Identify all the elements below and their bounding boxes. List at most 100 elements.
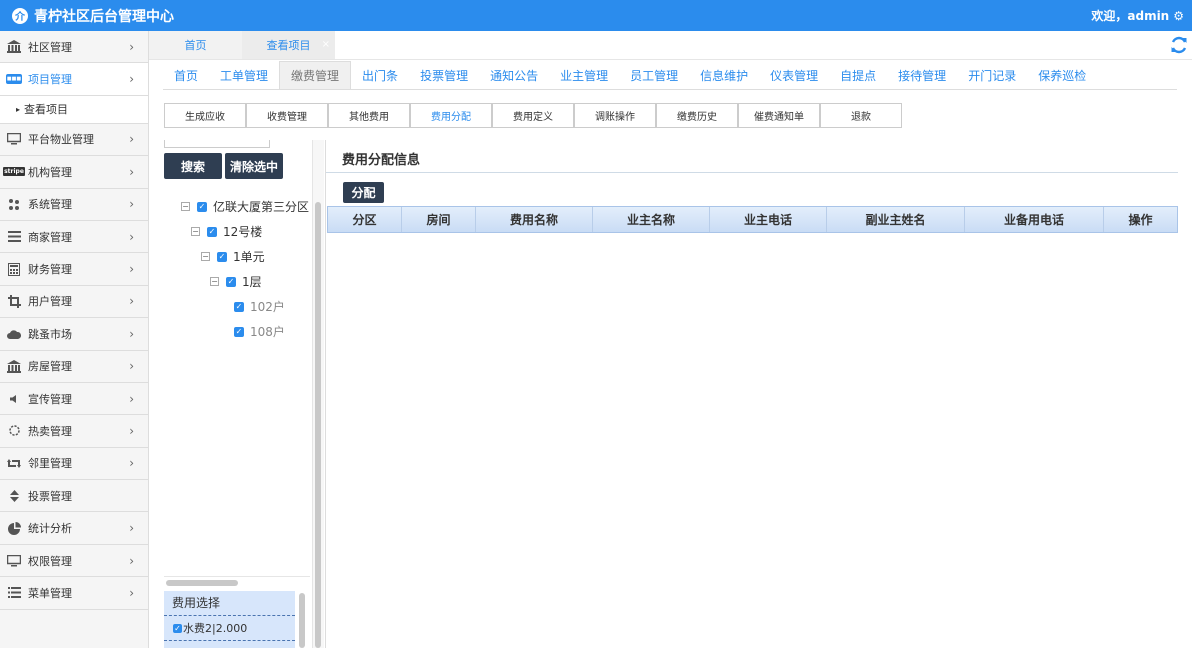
chevron-right-icon: › — [129, 164, 134, 179]
module-tab-payment[interactable]: 缴费管理 — [279, 61, 352, 89]
collapse-icon[interactable]: − — [201, 252, 210, 261]
sidebar-item-user[interactable]: 用户管理 › — [0, 285, 148, 319]
sidebar-item-project[interactable]: ■■■ 项目管理 › — [0, 63, 148, 96]
column-header[interactable]: 分区 — [328, 207, 402, 232]
fee-allocation-button[interactable]: 费用分配 — [410, 103, 492, 128]
sidebar-item-finance[interactable]: 财务管理 › — [0, 253, 148, 286]
yelp-icon — [6, 197, 22, 211]
module-tab-workorder[interactable]: 工单管理 — [209, 61, 279, 89]
column-header[interactable]: 业主电话 — [710, 207, 827, 232]
scrollbar-thumb[interactable] — [315, 202, 321, 648]
refresh-icon[interactable] — [1170, 36, 1188, 59]
adjust-account-button[interactable]: 调账操作 — [574, 103, 656, 128]
list-icon — [6, 586, 22, 600]
close-icon[interactable]: × — [322, 39, 330, 50]
sidebar-item-statistics[interactable]: 统计分析 › — [0, 512, 148, 545]
sidebar-subitem-view-project[interactable]: ▸ 查看项目 — [0, 95, 148, 124]
page-tab-home[interactable]: 首页 — [149, 31, 242, 59]
tree-node-district[interactable]: − ✓ 亿联大厦第三分区 — [181, 198, 309, 215]
bars-icon — [6, 230, 22, 244]
tree-node-unit[interactable]: − ✓ 1单元 — [201, 248, 265, 265]
tree-node-building[interactable]: − ✓ 12号楼 — [191, 223, 262, 240]
fee-select-item[interactable]: ✓ 水费2|2.000 — [164, 616, 295, 641]
fee-definition-button[interactable]: 费用定义 — [492, 103, 574, 128]
dunning-notice-button[interactable]: 催费通知单 — [738, 103, 820, 128]
top-bar: 介 青柠社区后台管理中心 欢迎，admin ⚙ — [0, 0, 1192, 31]
sidebar-item-merchant[interactable]: 商家管理 › — [0, 220, 148, 254]
assign-button[interactable]: 分配 — [343, 182, 384, 203]
charge-manage-button[interactable]: 收费管理 — [246, 103, 328, 128]
sidebar-item-permission[interactable]: 权限管理 › — [0, 544, 148, 578]
scrollbar-thumb[interactable] — [166, 580, 238, 586]
refund-button[interactable]: 退款 — [820, 103, 902, 128]
page-tab-view-project[interactable]: 查看项目 × — [242, 31, 335, 59]
fee-select-title: 费用选择 — [164, 591, 295, 616]
checkbox-checked-icon[interactable]: ✓ — [207, 226, 217, 237]
sidebar-item-hot-sale[interactable]: 热卖管理 › — [0, 415, 148, 448]
module-tab-vote[interactable]: 投票管理 — [409, 61, 479, 89]
module-tab-pickup[interactable]: 自提点 — [829, 61, 887, 89]
chevron-right-icon: › — [129, 262, 134, 277]
sidebar-item-label: 查看项目 — [24, 103, 69, 117]
tree-vertical-scrollbar[interactable] — [312, 140, 324, 648]
chevron-right-icon: › — [129, 585, 134, 600]
module-tab-exit-pass[interactable]: 出门条 — [351, 61, 409, 89]
module-tab-staff[interactable]: 员工管理 — [619, 61, 689, 89]
sidebar-item-promotion[interactable]: 宣传管理 › — [0, 382, 148, 416]
column-header[interactable]: 操作 — [1104, 207, 1177, 232]
sidebar-item-neighbor[interactable]: 邻里管理 › — [0, 447, 148, 481]
chevron-right-icon: › — [129, 326, 134, 341]
module-tab-reception[interactable]: 接待管理 — [887, 61, 957, 89]
module-tab-maintenance[interactable]: 保养巡检 — [1027, 61, 1097, 89]
column-header[interactable]: 房间 — [402, 207, 476, 232]
chevron-right-icon: › — [129, 229, 134, 244]
payment-history-button[interactable]: 缴费历史 — [656, 103, 738, 128]
panel-divider — [326, 172, 1178, 173]
sidebar-item-platform-property[interactable]: 平台物业管理 › — [0, 123, 148, 157]
collapse-icon[interactable]: − — [191, 227, 200, 236]
generate-receivable-button[interactable]: 生成应收 — [164, 103, 246, 128]
sidebar-item-flea-market[interactable]: 跳蚤市场 › — [0, 318, 148, 351]
column-header[interactable]: 业主名称 — [593, 207, 710, 232]
tree-node-room[interactable]: ✓ 102户 — [234, 298, 285, 315]
sidebar-item-community[interactable]: 社区管理 › — [0, 31, 148, 64]
other-fee-button[interactable]: 其他费用 — [328, 103, 410, 128]
clear-selection-button[interactable]: 清除选中 — [225, 153, 283, 179]
checkbox-checked-icon[interactable]: ✓ — [234, 301, 244, 312]
module-tab-home[interactable]: 首页 — [163, 61, 209, 89]
sidebar-item-organization[interactable]: stripe 机构管理 › — [0, 156, 148, 189]
module-nav: 首页 工单管理 缴费管理 出门条 投票管理 通知公告 业主管理 员工管理 信息维… — [163, 61, 1177, 90]
column-header[interactable]: 业备用电话 — [965, 207, 1104, 232]
gear-icon[interactable]: ⚙ — [1173, 9, 1184, 23]
module-tab-door-log[interactable]: 开门记录 — [957, 61, 1027, 89]
bank-icon — [6, 40, 22, 54]
module-tab-meter[interactable]: 仪表管理 — [759, 61, 829, 89]
sidebar-item-vote[interactable]: 投票管理 — [0, 480, 148, 513]
welcome-area[interactable]: 欢迎，admin ⚙ — [1091, 7, 1184, 24]
module-tab-notice[interactable]: 通知公告 — [479, 61, 549, 89]
collapse-icon[interactable]: − — [181, 202, 190, 211]
checkbox-checked-icon[interactable]: ✓ — [217, 251, 227, 262]
checkbox-checked-icon[interactable]: ✓ — [197, 201, 207, 212]
module-tab-owner[interactable]: 业主管理 — [549, 61, 619, 89]
tree-node-label: 亿联大厦第三分区 — [213, 200, 310, 214]
module-tab-info[interactable]: 信息维护 — [689, 61, 759, 89]
sidebar-item-system[interactable]: 系统管理 › — [0, 188, 148, 221]
scrollbar-thumb[interactable] — [299, 593, 305, 648]
column-header[interactable]: 费用名称 — [476, 207, 593, 232]
collapse-icon[interactable]: − — [210, 277, 219, 286]
tree-search-input[interactable] — [164, 140, 270, 148]
sidebar-item-house[interactable]: 房屋管理 › — [0, 350, 148, 383]
column-header[interactable]: 副业主姓名 — [827, 207, 965, 232]
tree-node-room[interactable]: ✓ 108户 — [234, 323, 285, 340]
sidebar-item-label: 菜单管理 — [28, 586, 72, 600]
checkbox-checked-icon[interactable]: ✓ — [234, 326, 244, 337]
checkbox-checked-icon[interactable]: ✓ — [173, 623, 182, 633]
fee-item-label: 水费2|2.000 — [183, 622, 248, 635]
sidebar-item-menu[interactable]: 菜单管理 › — [0, 577, 148, 610]
tree-horizontal-scrollbar[interactable] — [164, 576, 310, 586]
checkbox-checked-icon[interactable]: ✓ — [226, 276, 236, 287]
tree-node-floor[interactable]: − ✓ 1层 — [210, 273, 262, 290]
search-button[interactable]: 搜索 — [164, 153, 222, 179]
fee-select-scrollbar[interactable] — [297, 591, 309, 648]
